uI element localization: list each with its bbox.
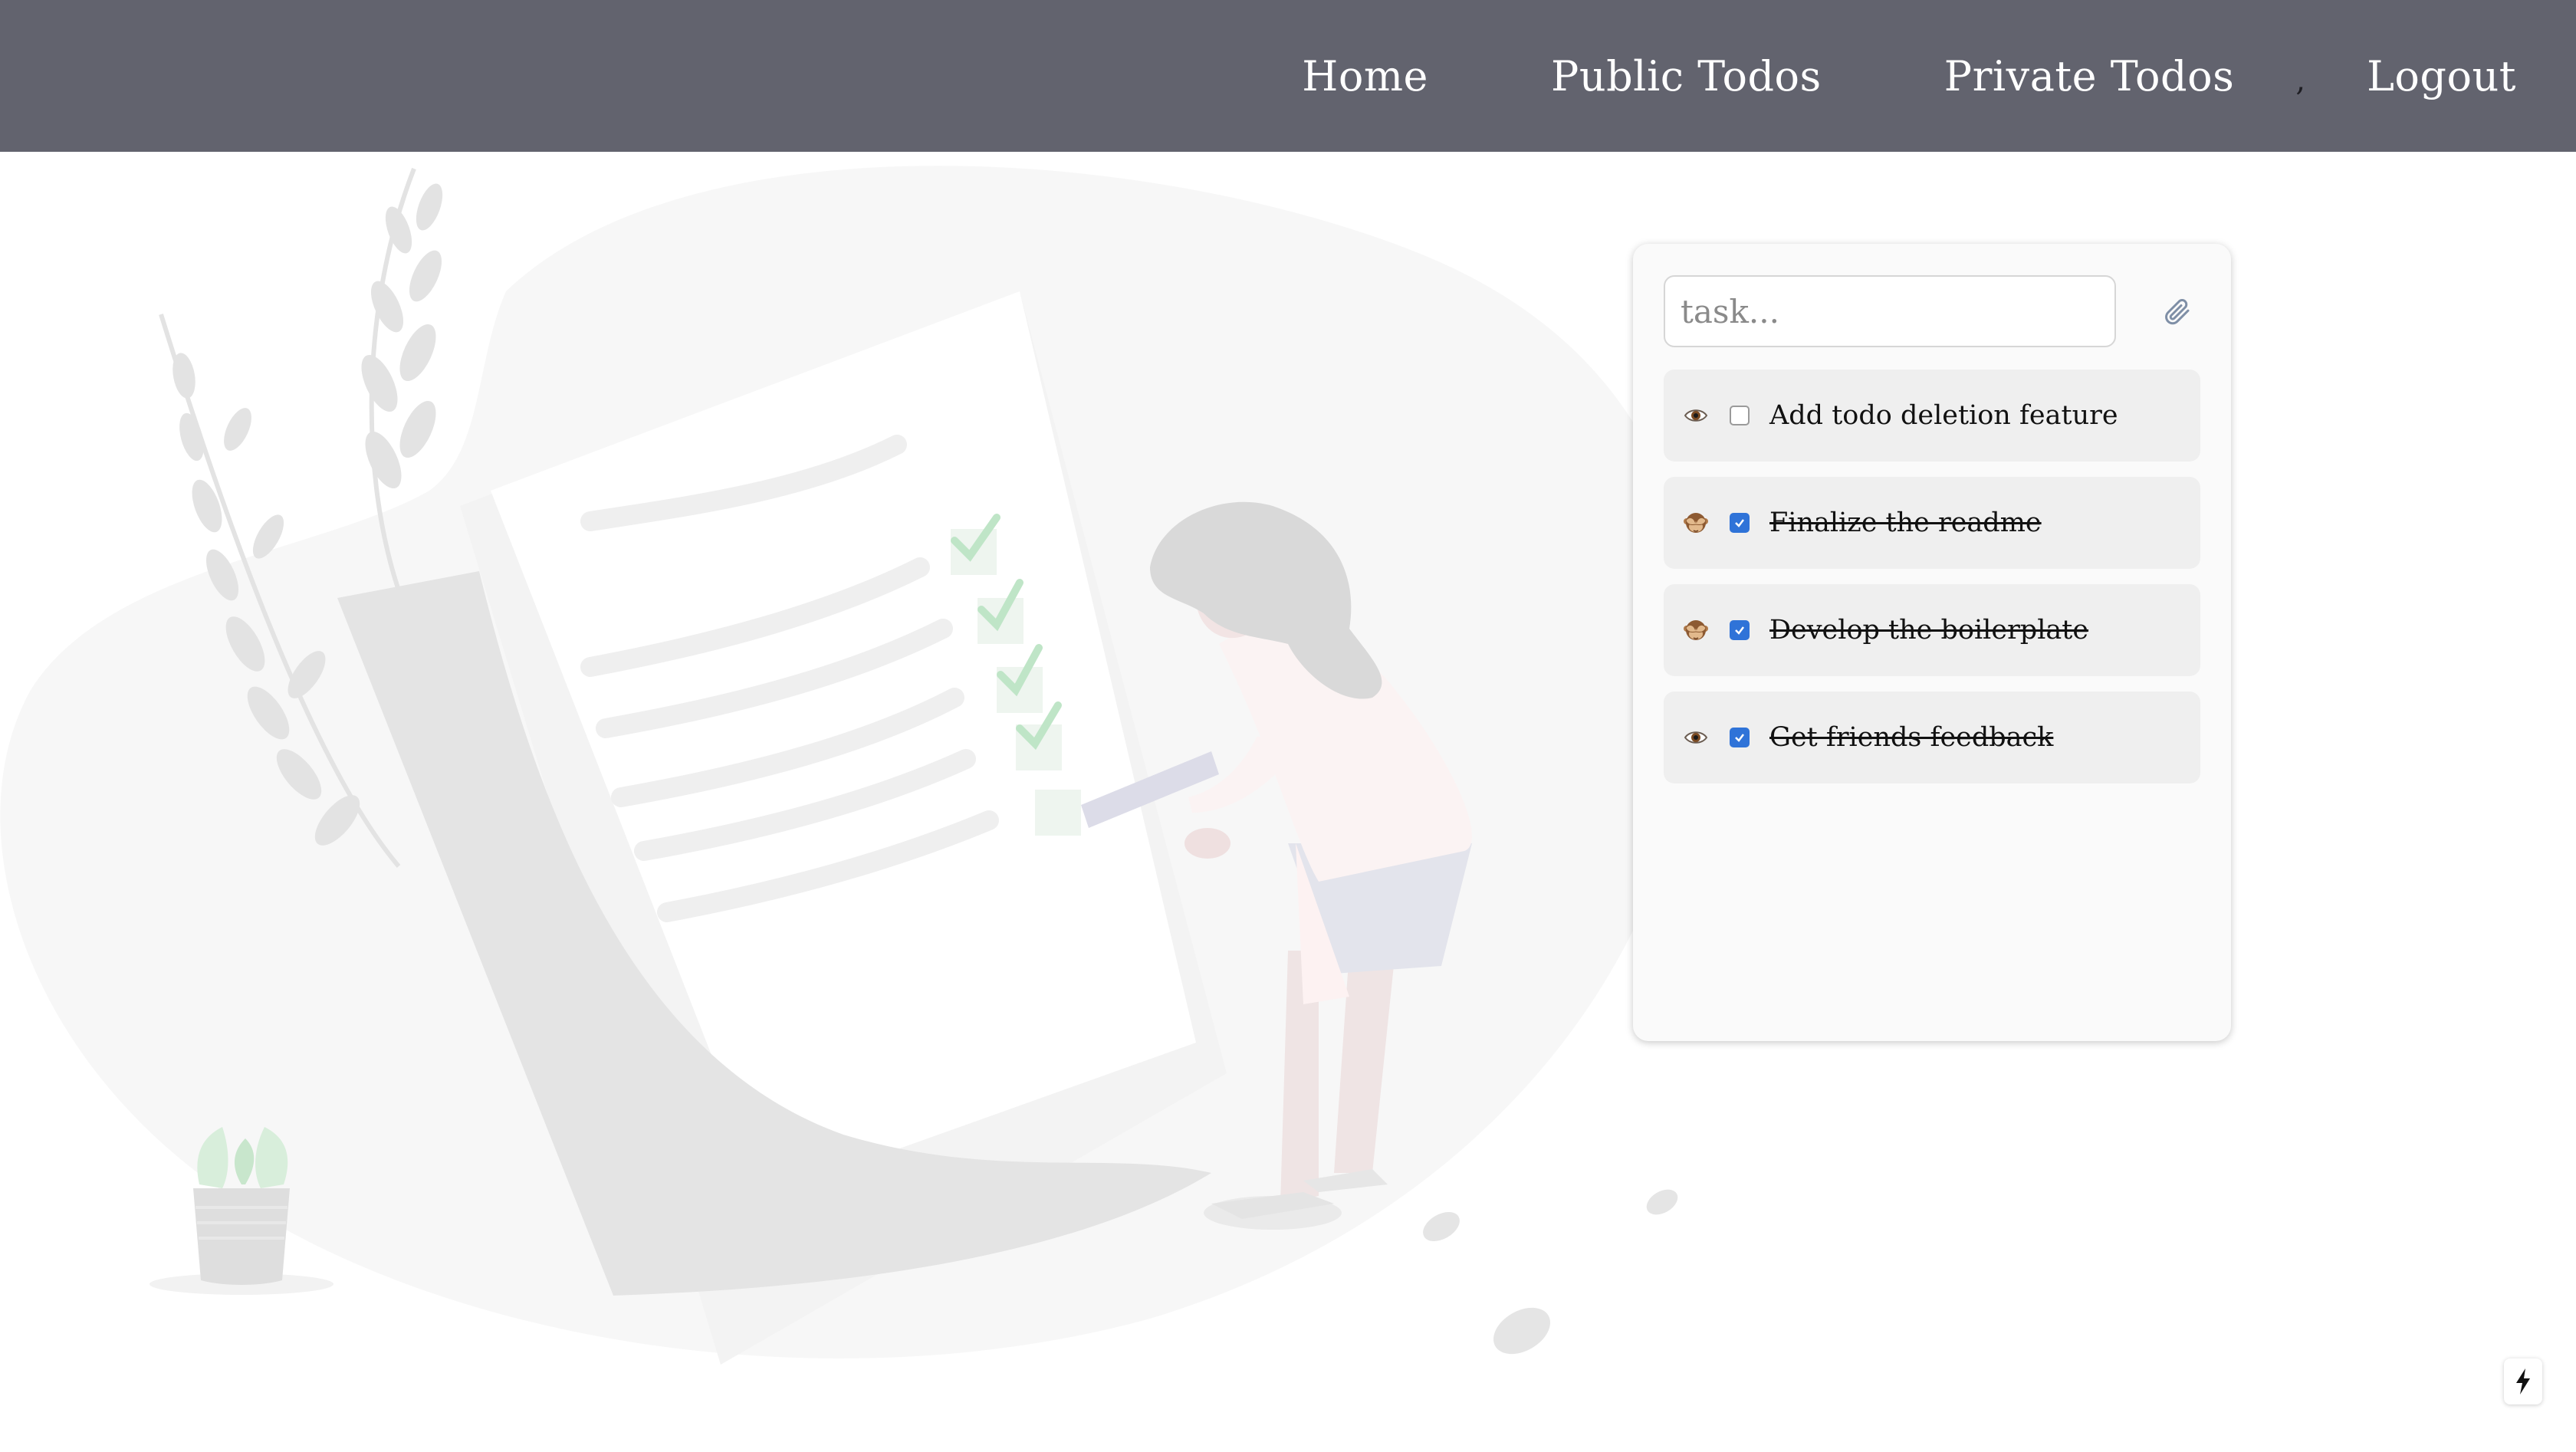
nav-home[interactable]: Home	[1302, 52, 1428, 100]
todo-text: Add todo deletion feature	[1769, 400, 2118, 431]
paperclip-icon[interactable]	[2153, 287, 2200, 336]
todo-item: Finalize the readme	[1664, 477, 2200, 569]
todo-checkbox[interactable]	[1730, 513, 1750, 533]
nav-public-todos[interactable]: Public Todos	[1551, 52, 1822, 100]
todo-checkbox[interactable]	[1730, 728, 1750, 747]
nav-private-todos[interactable]: Private Todos	[1944, 52, 2235, 100]
todo-checkbox[interactable]	[1730, 406, 1750, 425]
see-no-evil-monkey-icon[interactable]	[1681, 615, 1711, 646]
todo-text: Get friends feedback	[1769, 722, 2054, 753]
see-no-evil-monkey-icon[interactable]	[1681, 508, 1711, 538]
navbar: Home Public Todos Private Todos , Logout	[0, 0, 2576, 152]
nav-separator: ,	[2295, 63, 2306, 98]
page: Home Public Todos Private Todos , Logout	[0, 0, 2576, 1452]
task-input[interactable]	[1664, 275, 2116, 347]
todo-text: Finalize the readme	[1769, 508, 2042, 538]
todo-item: Get friends feedback	[1664, 692, 2200, 783]
todo-checkbox[interactable]	[1730, 620, 1750, 640]
todo-text: Develop the boilerplate	[1769, 615, 2089, 646]
todo-list: Add todo deletion feature Finalize the r…	[1664, 370, 2200, 783]
eye-icon[interactable]	[1681, 722, 1711, 753]
todo-item: Add todo deletion feature	[1664, 370, 2200, 462]
ground-leaves	[1423, 1189, 1678, 1355]
lightning-bolt-icon[interactable]	[2504, 1358, 2542, 1404]
nav-logout[interactable]: Logout	[2367, 52, 2516, 100]
eye-icon[interactable]	[1681, 400, 1711, 431]
todo-item: Develop the boilerplate	[1664, 584, 2200, 676]
new-task-form	[1664, 274, 2200, 348]
todo-card: Add todo deletion feature Finalize the r…	[1633, 244, 2231, 1041]
